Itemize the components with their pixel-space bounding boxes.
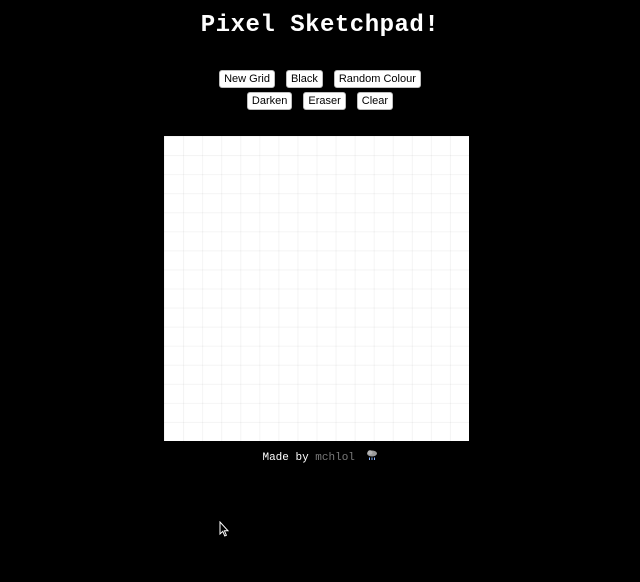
sketch-grid[interactable] (164, 136, 469, 441)
made-by-text: Made by (262, 452, 309, 464)
clear-button[interactable]: Clear (356, 92, 394, 110)
darken-button[interactable]: Darken (246, 92, 293, 110)
author-link[interactable]: mchlol (315, 452, 355, 464)
black-button[interactable]: Black (285, 70, 323, 88)
new-grid-button[interactable]: New Grid (219, 70, 275, 88)
random-colour-button[interactable]: Random Colour (333, 70, 421, 88)
toolbar-row-secondary: Darken Eraser Clear (0, 92, 640, 110)
page-title: Pixel Sketchpad! (200, 12, 440, 39)
cloud-rain-icon (366, 449, 378, 465)
toolbar-row-primary: New Grid Black Random Colour (0, 70, 640, 88)
eraser-button[interactable]: Eraser (303, 92, 346, 110)
mouse-cursor-icon (219, 520, 230, 537)
footer: Made by mchlol (0, 449, 640, 465)
